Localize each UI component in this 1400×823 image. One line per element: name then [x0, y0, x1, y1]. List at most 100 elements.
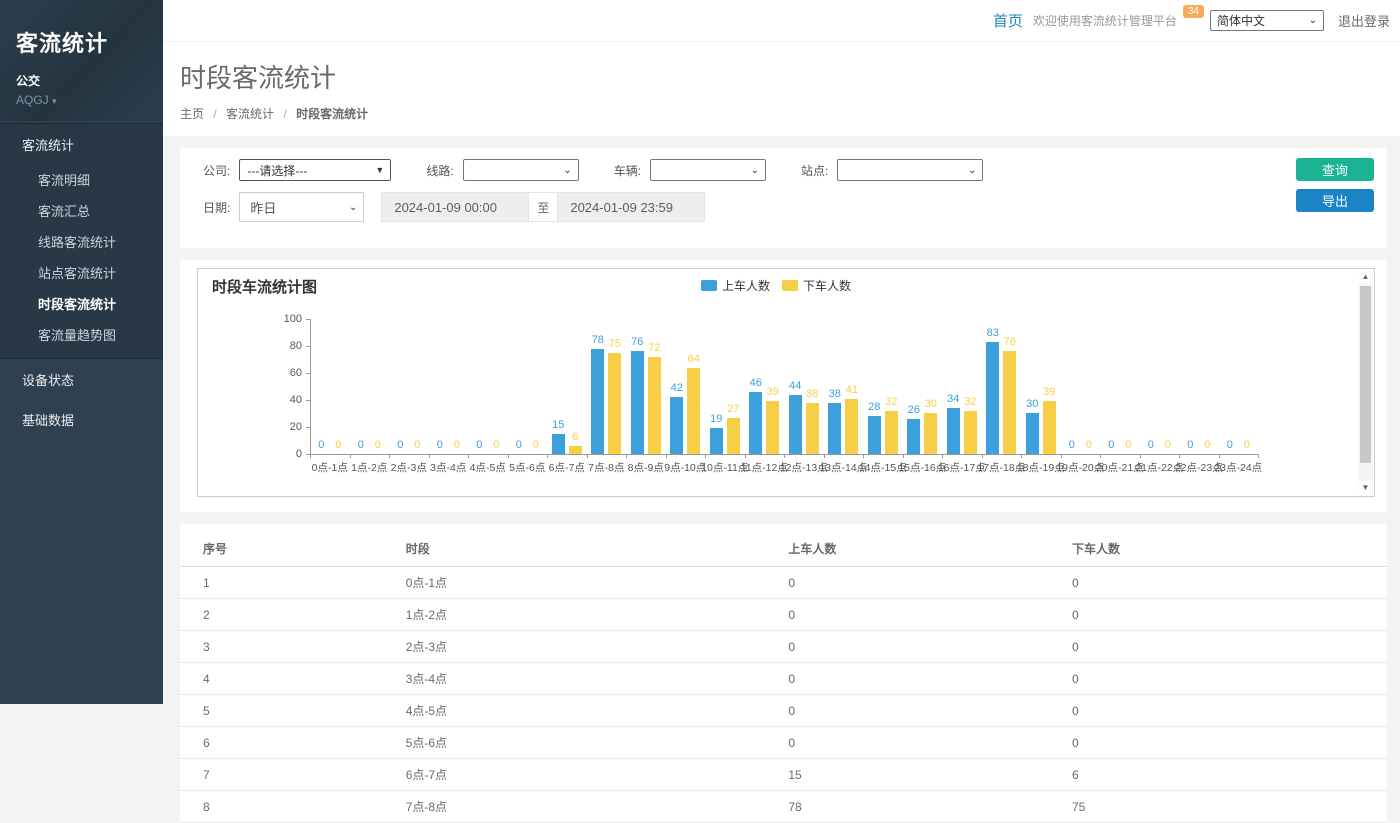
y-axis-tick-label: 100 — [268, 313, 302, 325]
table-cell-0: 7 — [180, 759, 406, 791]
bar-value-label: 39 — [1032, 386, 1066, 398]
date-label: 日期: — [203, 199, 230, 216]
date-to-input[interactable] — [557, 192, 705, 222]
chevron-down-icon: ⌄ — [968, 165, 976, 176]
table-cell-2: 0 — [788, 663, 1072, 695]
line-select[interactable]: ⌄ — [463, 159, 579, 181]
scrollbar-thumb[interactable] — [1360, 286, 1371, 463]
legend-swatch-icon — [701, 280, 717, 291]
sidebar-item-6[interactable]: 客流量趋势图 — [0, 319, 163, 350]
sidebar-item-8[interactable]: 基础数据 — [0, 399, 163, 439]
scroll-up-icon[interactable]: ▲ — [1358, 270, 1373, 284]
x-axis-tick — [1021, 454, 1022, 458]
filter-panel: 公司: ---请选择--- ▼ 线路: ⌄ 车辆: ⌄ 站点: — [180, 148, 1387, 248]
sidebar-item-3[interactable]: 线路客流统计 — [0, 226, 163, 257]
sidebar-item-4[interactable]: 站点客流统计 — [0, 257, 163, 288]
query-button[interactable]: 查询 — [1296, 158, 1374, 181]
legend-label: 上车人数 — [722, 277, 770, 294]
user-menu[interactable]: AQGJ ▾ — [16, 93, 149, 107]
chart-scrollbar[interactable]: ▲ ▼ — [1358, 270, 1373, 495]
table-cell-3: 6 — [1072, 759, 1387, 791]
table-cell-1: 2点-3点 — [406, 631, 789, 663]
company-name: 公交 — [16, 72, 149, 89]
sidebar-item-0[interactable]: 客流统计 — [0, 124, 163, 164]
language-select[interactable]: 简体中文 ⌄ — [1210, 10, 1324, 31]
bar-value-label: 76 — [993, 336, 1027, 348]
bar-alighting — [766, 401, 779, 454]
table-cell-2: 15 — [788, 759, 1072, 791]
y-axis-tick — [306, 319, 310, 320]
table-row: 21点-2点00 — [180, 599, 1387, 631]
x-axis-tick — [350, 454, 351, 458]
bar-value-label: 15 — [541, 419, 575, 431]
x-axis-tick — [982, 454, 983, 458]
table-row: 65点-6点00 — [180, 727, 1387, 759]
bar-alighting — [608, 353, 621, 454]
y-axis-tick-label: 20 — [268, 421, 302, 433]
y-axis-tick-label: 0 — [268, 448, 302, 460]
bar-value-label: 27 — [716, 403, 750, 415]
breadcrumb-separator: / — [213, 107, 216, 121]
table-cell-0: 4 — [180, 663, 406, 695]
bar-value-label: 0 — [1230, 439, 1264, 451]
date-preset-select[interactable]: 昨日 ⌄ — [239, 192, 364, 222]
app-logo: 客流统计 — [16, 26, 149, 58]
table-row: 76点-7点156 — [180, 759, 1387, 791]
sidebar-header: 客流统计 公交 AQGJ ▾ — [0, 0, 163, 121]
table-header-0: 序号 — [180, 530, 406, 567]
legend-item[interactable]: 上车人数 — [701, 277, 770, 294]
table-row: 54点-5点00 — [180, 695, 1387, 727]
table-cell-3: 75 — [1072, 791, 1387, 823]
x-axis-category-label: 23点-24点 — [1206, 460, 1270, 475]
table-cell-3: 0 — [1072, 599, 1387, 631]
bar-alighting — [648, 357, 661, 454]
bar-alighting — [687, 368, 700, 454]
bar-value-label: 72 — [637, 342, 671, 354]
breadcrumb-section[interactable]: 客流统计 — [226, 107, 274, 121]
date-from-input[interactable] — [381, 192, 529, 222]
export-button[interactable]: 导出 — [1296, 189, 1374, 212]
user-name: AQGJ — [16, 93, 49, 107]
x-axis-tick — [1179, 454, 1180, 458]
table-panel: 序号时段上车人数下车人数 10点-1点0021点-2点0032点-3点0043点… — [180, 524, 1387, 823]
bar-value-label: 32 — [953, 396, 987, 408]
page-heading: 时段客流统计 主页 / 客流统计 / 时段客流统计 — [163, 42, 1400, 136]
x-axis-tick — [784, 454, 785, 458]
y-axis-line — [310, 319, 311, 454]
x-axis-tick — [547, 454, 548, 458]
breadcrumb-home[interactable]: 主页 — [180, 107, 204, 121]
date-to-label: 至 — [529, 192, 557, 222]
sidebar-item-1[interactable]: 客流明细 — [0, 164, 163, 195]
sidebar-item-2[interactable]: 客流汇总 — [0, 195, 163, 226]
y-axis-tick — [306, 373, 310, 374]
filter-buttons: 查询 导出 — [1296, 158, 1374, 212]
scroll-down-icon[interactable]: ▼ — [1358, 481, 1373, 495]
content: 公司: ---请选择--- ▼ 线路: ⌄ 车辆: ⌄ 站点: — [163, 136, 1400, 823]
x-axis-tick — [745, 454, 746, 458]
logout-link[interactable]: 退出登录 — [1338, 11, 1390, 30]
company-select[interactable]: ---请选择--- ▼ — [239, 159, 391, 181]
hourly-stats-table: 序号时段上车人数下车人数 10点-1点0021点-2点0032点-3点0043点… — [180, 530, 1387, 823]
y-axis-tick — [306, 427, 310, 428]
filter-row-1: 公司: ---请选择--- ▼ 线路: ⌄ 车辆: ⌄ 站点: — [203, 159, 1277, 181]
x-axis-tick — [1100, 454, 1101, 458]
bar-boarding — [789, 395, 802, 454]
sidebar-item-5[interactable]: 时段客流统计 — [0, 288, 163, 319]
table-cell-2: 0 — [788, 567, 1072, 599]
sidebar: 客流统计 公交 AQGJ ▾ 客流统计客流明细客流汇总线路客流统计站点客流统计时… — [0, 0, 163, 704]
station-select[interactable]: ⌄ — [837, 159, 983, 181]
table-cell-1: 4点-5点 — [406, 695, 789, 727]
table-cell-0: 3 — [180, 631, 406, 663]
chevron-down-icon: ⌄ — [751, 165, 759, 176]
home-link[interactable]: 首页 — [993, 10, 1023, 31]
table-cell-0: 6 — [180, 727, 406, 759]
y-axis-tick-label: 40 — [268, 394, 302, 406]
table-cell-0: 2 — [180, 599, 406, 631]
legend-item[interactable]: 下车人数 — [782, 277, 851, 294]
sidebar-item-7[interactable]: 设备状态 — [0, 359, 163, 399]
table-cell-2: 0 — [788, 695, 1072, 727]
y-axis-tick-label: 80 — [268, 340, 302, 352]
vehicle-select[interactable]: ⌄ — [650, 159, 766, 181]
bar-alighting — [964, 411, 977, 454]
x-axis-tick — [903, 454, 904, 458]
